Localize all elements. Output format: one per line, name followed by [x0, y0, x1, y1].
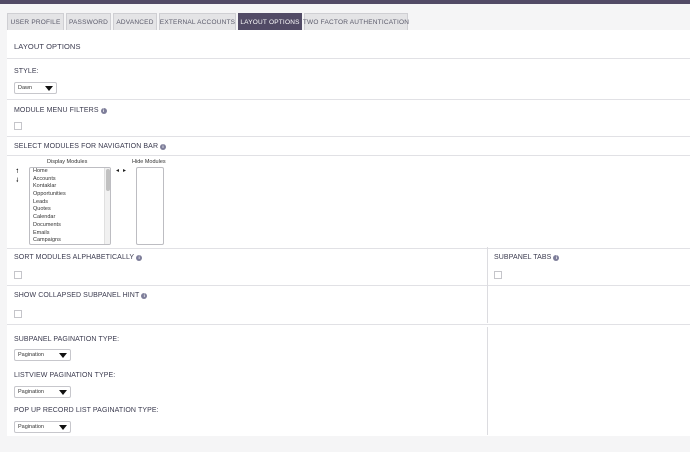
style-label: STYLE: [14, 68, 39, 75]
collapsed-hint-label: SHOW COLLAPSED SUBPANEL HINT i [14, 292, 148, 299]
divider [7, 324, 690, 325]
info-icon[interactable]: i [136, 254, 143, 261]
list-item[interactable]: Opportunities [30, 191, 110, 199]
list-item[interactable]: Home [30, 168, 110, 176]
move-right-icon[interactable]: ▸ [123, 168, 126, 174]
move-left-icon[interactable]: ◂ [116, 168, 119, 174]
tab-two-factor-authentication[interactable]: TWO FACTOR AUTHENTICATION [303, 13, 409, 30]
chevron-down-icon [59, 353, 67, 358]
list-item[interactable]: Kontaklar [30, 183, 110, 191]
divider [7, 58, 690, 59]
subpanel-pagination-label: SUBPANEL PAGINATION TYPE: [14, 336, 120, 343]
divider [488, 285, 690, 286]
list-item[interactable]: Calendar [30, 214, 110, 222]
divider [7, 136, 690, 137]
list-item[interactable]: Emails [30, 230, 110, 238]
divider [7, 155, 690, 156]
chevron-down-icon [59, 425, 67, 430]
scrollbar-thumb[interactable] [106, 169, 110, 191]
sort-alpha-checkbox[interactable] [14, 271, 22, 279]
info-icon[interactable]: i [160, 143, 167, 150]
list-item[interactable]: Campaigns [30, 237, 110, 244]
divider [7, 285, 487, 286]
chevron-down-icon [59, 390, 67, 395]
info-icon[interactable]: i [141, 292, 148, 299]
sort-alpha-label: SORT MODULES ALPHABETICALLY i [14, 254, 143, 261]
listview-pagination-label: LISTVIEW PAGINATION TYPE: [14, 372, 116, 379]
top-accent-bar [0, 0, 690, 4]
divider [7, 248, 690, 249]
divider [7, 99, 690, 100]
tab-external-accounts[interactable]: EXTERNAL ACCOUNTS [159, 13, 236, 30]
display-modules-label: Display Modules [47, 159, 88, 165]
display-modules-list[interactable]: Home Accounts Kontaklar Opportunities Le… [29, 167, 111, 245]
hide-modules-label: Hide Modules [132, 159, 166, 165]
move-up-icon[interactable]: 🠕 [16, 169, 19, 175]
module-menu-filters-label: MODULE MENU FILTERS i [14, 107, 107, 114]
popup-pagination-select[interactable]: Pagination [14, 421, 71, 433]
tab-layout-options[interactable]: LAYOUT OPTIONS [238, 13, 302, 30]
tab-password[interactable]: PASSWORD [66, 13, 111, 30]
info-icon[interactable]: i [100, 107, 107, 114]
list-item[interactable]: Documents [30, 222, 110, 230]
collapsed-hint-checkbox[interactable] [14, 310, 22, 318]
subpanel-tabs-label: SUBPANEL TABS i [494, 254, 560, 261]
list-item[interactable]: Quotes [30, 206, 110, 214]
tab-user-profile[interactable]: USER PROFILE [7, 13, 64, 30]
list-item[interactable]: Accounts [30, 176, 110, 184]
hide-modules-list[interactable] [136, 167, 164, 245]
tab-bar: USER PROFILE PASSWORD ADVANCED EXTERNAL … [0, 13, 690, 30]
column-divider [487, 327, 488, 435]
style-select[interactable]: Dawn [14, 82, 57, 94]
list-item[interactable]: Leads [30, 199, 110, 207]
tab-advanced[interactable]: ADVANCED [113, 13, 157, 30]
subpanel-pagination-select[interactable]: Pagination [14, 349, 71, 361]
module-menu-filters-checkbox[interactable] [14, 122, 22, 130]
popup-pagination-label: POP UP RECORD LIST PAGINATION TYPE: [14, 407, 159, 414]
section-title: LAYOUT OPTIONS [14, 42, 81, 51]
nav-modules-label: SELECT MODULES FOR NAVIGATION BAR i [14, 143, 167, 150]
scrollbar[interactable] [104, 168, 110, 244]
move-down-icon[interactable]: 🠗 [16, 178, 19, 184]
chevron-down-icon [45, 86, 53, 91]
info-icon[interactable]: i [553, 254, 560, 261]
listview-pagination-select[interactable]: Pagination [14, 386, 71, 398]
subpanel-tabs-checkbox[interactable] [494, 271, 502, 279]
